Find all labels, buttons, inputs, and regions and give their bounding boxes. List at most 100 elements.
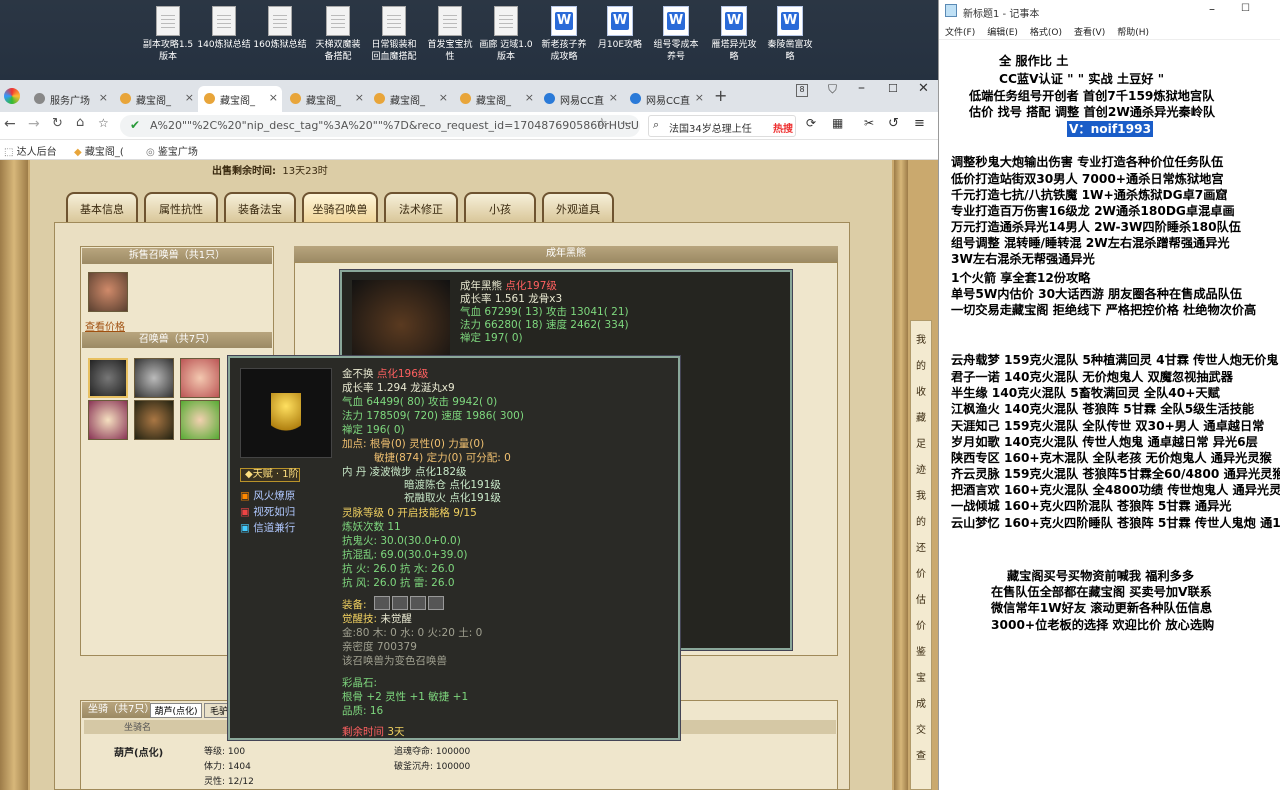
desktop-file-9[interactable]: W 月10E攻略 — [592, 6, 648, 51]
desktop-file-3[interactable]: 160炼狱总结 — [252, 6, 308, 51]
desktop-file-8[interactable]: W 新老孩子养 成攻略 — [536, 6, 592, 63]
bookmark-icon[interactable]: ☆ — [98, 116, 109, 130]
notepad-minimize-button[interactable]: – — [1209, 2, 1215, 16]
home-icon[interactable]: ⌂ — [76, 115, 84, 130]
grid-icon[interactable]: ▦ — [832, 116, 843, 130]
browser-tab-5[interactable]: 藏宝阁_ × — [368, 86, 452, 112]
desktop-file-1[interactable]: 副本攻略1.5 版本 — [140, 6, 196, 63]
side-float-char[interactable]: 价 — [916, 617, 926, 632]
tab-close-icon[interactable]: × — [355, 91, 364, 104]
equip-slot-4[interactable] — [428, 596, 444, 610]
browser-tab-4[interactable]: 藏宝阁_ × — [284, 86, 368, 112]
more-icon[interactable]: ⋯ — [620, 116, 632, 130]
side-float-char[interactable]: 迹 — [916, 461, 926, 476]
browser-tab-3[interactable]: 藏宝阁_ × — [198, 86, 282, 112]
star-icon[interactable]: ☆ — [596, 116, 608, 131]
notepad-line: 岁月如歌 140克火混队 传世人炮鬼 通卓越日常 异光6层 — [951, 435, 1258, 449]
equip-slot-3[interactable] — [410, 596, 426, 610]
tab-close-icon[interactable]: × — [439, 91, 448, 104]
game-tab-1[interactable]: 基本信息 — [66, 192, 138, 222]
minimize-button[interactable]: – — [858, 80, 865, 96]
menu-icon[interactable]: ≡ — [914, 116, 925, 131]
side-float-char[interactable]: 还 — [916, 539, 926, 554]
desktop-file-2[interactable]: 140炼狱总结 — [196, 6, 252, 51]
side-float-char[interactable]: 足 — [916, 435, 926, 450]
side-float-char[interactable]: 我 — [916, 331, 926, 346]
cbg-tab-icon — [120, 93, 131, 104]
desktop-file-4[interactable]: 天梯双魔装 备搭配 — [310, 6, 366, 63]
notepad-line: 一战倾城 160+克火四阶混队 苍狼阵 5甘霖 通异光 — [951, 499, 1232, 513]
refresh-icon[interactable]: ⟳ — [806, 116, 816, 130]
side-float-char[interactable]: 收 — [916, 383, 926, 398]
notepad-menu-item[interactable]: 编辑(E) — [987, 28, 1018, 38]
side-float-char[interactable]: 宝 — [916, 669, 926, 684]
notepad-maximize-button[interactable]: ☐ — [1241, 3, 1250, 14]
pet-hp: 气血 64499( 80) 攻击 9942( 0) — [342, 396, 498, 408]
desktop-file-10[interactable]: W 组号零成本 养号 — [648, 6, 704, 63]
pet-thumb-5[interactable] — [134, 400, 174, 440]
new-tab-button[interactable]: + — [714, 86, 727, 105]
tab-close-icon[interactable]: × — [695, 91, 704, 104]
pet-thumb-1[interactable] — [88, 358, 128, 398]
side-float-char[interactable]: 鉴 — [916, 643, 926, 658]
notepad-menu-item[interactable]: 格式(O) — [1030, 28, 1062, 38]
game-tab-3[interactable]: 装备法宝 — [224, 192, 296, 222]
side-float-char[interactable]: 估 — [916, 591, 926, 606]
view-price-link[interactable]: 查看价格 — [85, 318, 125, 333]
desktop-file-7[interactable]: 画廊 迈域1.0 版本 — [478, 6, 534, 63]
undo-icon[interactable]: ↺ — [888, 116, 899, 131]
pet-thumb-6[interactable] — [180, 400, 220, 440]
side-float-char[interactable]: 交 — [916, 721, 926, 736]
browser-tab-1[interactable]: 服务广场 × — [28, 86, 112, 112]
notepad-menu-item[interactable]: 帮助(H) — [1117, 28, 1149, 38]
search-input[interactable]: ⌕ 法国34岁总理上任 热搜 — [648, 115, 796, 137]
tab-close-icon[interactable]: × — [185, 91, 194, 104]
game-tab-7[interactable]: 外观道具 — [542, 192, 614, 222]
back-icon[interactable]: ← — [4, 116, 16, 132]
side-float-char[interactable]: 价 — [916, 565, 926, 580]
tab-count-badge[interactable]: 8 — [796, 84, 808, 97]
bookmark-1[interactable]: ⬚ 达人后台 — [4, 143, 57, 158]
desktop-file-12[interactable]: W 秦陵凿富攻 略 — [762, 6, 818, 63]
forward-icon[interactable]: → — [28, 116, 40, 132]
game-tab-5[interactable]: 法术修正 — [384, 192, 458, 222]
notepad-menu-item[interactable]: 查看(V) — [1074, 28, 1105, 38]
desktop-file-5[interactable]: 日常锻装和 回血魔搭配 — [366, 6, 422, 63]
equip-slot-1[interactable] — [374, 596, 390, 610]
notepad-menu-item[interactable]: 文件(F) — [945, 28, 975, 38]
bookmark-3[interactable]: ◎ 鉴宝广场 — [146, 143, 198, 158]
bookmark-2[interactable]: ◆ 藏宝阁_( — [74, 143, 124, 158]
tab-close-icon[interactable]: × — [525, 91, 534, 104]
side-float-char[interactable]: 藏 — [916, 409, 926, 424]
game-tab-4[interactable]: 坐骑召唤兽 — [302, 192, 378, 222]
maximize-button[interactable]: ☐ — [888, 82, 898, 95]
tab-close-icon[interactable]: × — [609, 91, 618, 104]
pet-thumb-4[interactable] — [88, 400, 128, 440]
game-tab-6[interactable]: 小孩 — [464, 192, 536, 222]
equip-slot-2[interactable] — [392, 596, 408, 610]
side-float-char[interactable]: 成 — [916, 695, 926, 710]
side-float-char[interactable]: 查 — [916, 747, 926, 762]
side-float-char[interactable]: 的 — [916, 357, 926, 372]
tab-close-icon[interactable]: × — [269, 91, 278, 104]
desktop-file-11[interactable]: W 雁塔异光攻 略 — [706, 6, 762, 63]
browser-tab-7[interactable]: 网易CC直 × — [538, 86, 622, 112]
sale-pet-thumb[interactable] — [88, 272, 128, 312]
browser-logo-icon[interactable] — [4, 88, 20, 104]
reload-icon[interactable]: ↻ — [52, 116, 63, 131]
browser-tab-2[interactable]: 藏宝阁_ × — [114, 86, 198, 112]
side-float-char[interactable]: 我 — [916, 487, 926, 502]
browser-tab-6[interactable]: 藏宝阁_ × — [454, 86, 538, 112]
side-float-char[interactable]: 的 — [916, 513, 926, 528]
url-input[interactable]: ✔ A%20""%2C%20"nip_desc_tag"%3A%20""%7D&r… — [120, 115, 640, 137]
desktop-file-6[interactable]: 首发宝宝抗 性 — [422, 6, 478, 63]
close-window-button[interactable]: ✕ — [918, 81, 929, 96]
pet-thumb-3[interactable] — [180, 358, 220, 398]
mount-tab-1[interactable]: 葫芦(点化) — [150, 703, 202, 718]
browser-tab-8[interactable]: 网易CC直 × — [624, 86, 708, 112]
shirt-icon[interactable]: ⛉ — [828, 82, 837, 97]
game-tab-2[interactable]: 属性抗性 — [144, 192, 218, 222]
tab-close-icon[interactable]: × — [99, 91, 108, 104]
scissors-icon[interactable]: ✂ — [864, 116, 874, 130]
pet-thumb-2[interactable] — [134, 358, 174, 398]
